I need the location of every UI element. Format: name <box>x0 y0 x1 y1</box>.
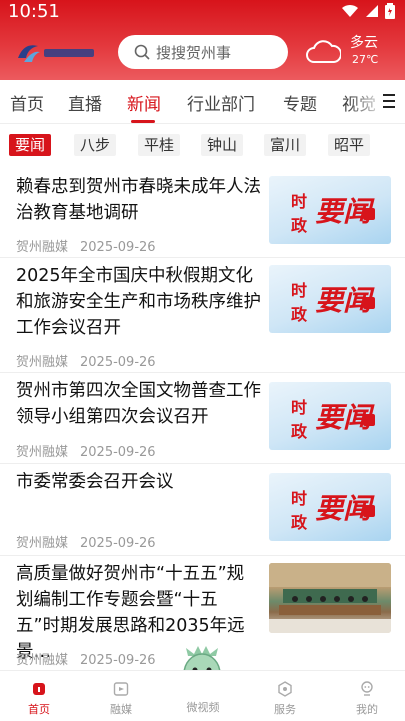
nav-label: 微视频 <box>186 701 220 714</box>
hezhou-media-logo[interactable] <box>16 40 98 64</box>
thumb-badge <box>363 505 375 517</box>
battery-icon <box>385 3 395 19</box>
news-meta: 贺州融媒 2025-09-26 <box>16 351 156 370</box>
news-item[interactable]: 赖春忠到贺州市春晓未成年人法治教育基地调研 贺州融媒 2025-09-26 时 政… <box>0 170 405 258</box>
subtab-zhaoping[interactable]: 昭平 <box>328 134 371 156</box>
meeting-photo <box>269 563 391 633</box>
service-icon <box>278 681 292 697</box>
tab-topics[interactable]: 专题 <box>283 90 317 115</box>
nav-media[interactable]: 融媒 <box>96 681 146 717</box>
news-date: 2025-09-26 <box>80 536 156 551</box>
tab-live[interactable]: 直播 <box>68 90 102 115</box>
search-icon <box>134 44 150 60</box>
sub-tabs: 要闻 八步 平桂 钟山 富川 昭平 <box>0 130 405 160</box>
subtab-zhongshan[interactable]: 钟山 <box>201 134 244 156</box>
home-icon <box>33 683 45 695</box>
thumb-badge <box>363 414 375 426</box>
thumb-badge <box>363 297 375 309</box>
news-thumbnail[interactable]: 时 政 要闻 <box>269 176 391 244</box>
thumb-text: 时 <box>291 192 308 211</box>
news-meta: 贺州融媒 2025-09-26 <box>16 649 156 668</box>
news-item[interactable]: 市委常委会召开会议 贺州融媒 2025-09-26 时 政 要闻 <box>0 465 405 556</box>
nav-home[interactable]: 首页 <box>14 681 64 717</box>
nav-service[interactable]: 服务 <box>260 681 310 717</box>
news-title[interactable]: 贺州市第四次全国文物普查工作领导小组第四次会议召开 <box>16 378 261 430</box>
thumb-text: 时 <box>291 281 308 300</box>
profile-icon <box>361 681 373 696</box>
news-meta: 贺州融媒 2025-09-26 <box>16 532 156 551</box>
tab-fade <box>347 80 387 123</box>
news-date: 2025-09-26 <box>80 240 156 255</box>
signal-icon <box>366 5 378 17</box>
news-thumbnail[interactable]: 时 政 要闻 <box>269 382 391 450</box>
nav-label: 首页 <box>28 703 50 716</box>
top-header-bar: 10:51 搜搜贺州事 多云 27℃ <box>0 0 405 80</box>
news-thumbnail[interactable]: 时 政 要闻 <box>269 265 391 333</box>
thumb-text: 政 <box>291 513 308 532</box>
nav-label: 融媒 <box>110 703 132 716</box>
tab-news[interactable]: 新闻 <box>127 90 161 115</box>
news-source: 贺州融媒 <box>16 653 69 668</box>
thumb-text: 时 <box>291 489 308 508</box>
thumb-text: 政 <box>291 305 308 324</box>
nav-label: 服务 <box>274 703 296 716</box>
thumb-text: 时 <box>291 398 308 417</box>
news-source: 贺州融媒 <box>16 445 69 460</box>
news-meta: 贺州融媒 2025-09-26 <box>16 441 156 460</box>
media-icon <box>113 682 129 696</box>
tab-home[interactable]: 首页 <box>10 90 44 115</box>
subtab-pinggui[interactable]: 平桂 <box>138 134 181 156</box>
nav-profile[interactable]: 我的 <box>342 681 392 717</box>
wifi-icon <box>342 4 358 17</box>
weather-temperature: 27℃ <box>352 53 379 66</box>
news-date: 2025-09-26 <box>80 355 156 370</box>
news-item[interactable]: 2025年全市国庆中秋假期文化和旅游安全生产和市场秩序维护工作会议召开 贺州融媒… <box>0 259 405 373</box>
thumb-badge <box>363 208 375 220</box>
news-thumbnail[interactable]: 时 政 要闻 <box>269 473 391 541</box>
tab-departments[interactable]: 行业部门 <box>187 90 255 115</box>
news-title[interactable]: 赖春忠到贺州市春晓未成年人法治教育基地调研 <box>16 174 261 226</box>
search-box[interactable]: 搜搜贺州事 <box>118 35 288 69</box>
status-time: 10:51 <box>8 1 60 22</box>
news-title[interactable]: 市委常委会召开会议 <box>16 469 261 495</box>
nav-label: 我的 <box>356 703 378 716</box>
news-item[interactable]: 贺州市第四次全国文物普查工作领导小组第四次会议召开 贺州融媒 2025-09-26… <box>0 374 405 464</box>
active-tab-indicator <box>131 120 155 123</box>
bottom-nav: 首页 融媒 微视频 服务 我的 <box>0 670 405 721</box>
news-date: 2025-09-26 <box>80 445 156 460</box>
tab-menu-icon[interactable] <box>383 94 395 108</box>
cloud-icon <box>306 40 341 63</box>
subtab-babu[interactable]: 八步 <box>74 134 117 156</box>
news-date: 2025-09-26 <box>80 653 156 668</box>
subtab-yaowen[interactable]: 要闻 <box>9 134 52 156</box>
status-bar: 10:51 <box>0 0 405 24</box>
news-meta: 贺州融媒 2025-09-26 <box>16 236 156 255</box>
news-title[interactable]: 2025年全市国庆中秋假期文化和旅游安全生产和市场秩序维护工作会议召开 <box>16 263 261 341</box>
news-source: 贺州融媒 <box>16 536 69 551</box>
thumb-text: 政 <box>291 422 308 441</box>
weather-condition: 多云 <box>350 35 378 51</box>
news-source: 贺州融媒 <box>16 355 69 370</box>
thumb-text: 政 <box>291 216 308 235</box>
subtab-fuchuan[interactable]: 富川 <box>264 134 307 156</box>
news-thumbnail-photo[interactable] <box>269 563 391 633</box>
news-source: 贺州融媒 <box>16 240 69 255</box>
nav-micro-video[interactable]: 微视频 <box>178 695 228 715</box>
search-placeholder: 搜搜贺州事 <box>156 43 232 62</box>
main-tabs: 首页 直播 新闻 行业部门 专题 视觉 <box>0 80 405 124</box>
app-header: 搜搜贺州事 多云 27℃ <box>0 30 405 74</box>
system-icons <box>341 3 395 19</box>
